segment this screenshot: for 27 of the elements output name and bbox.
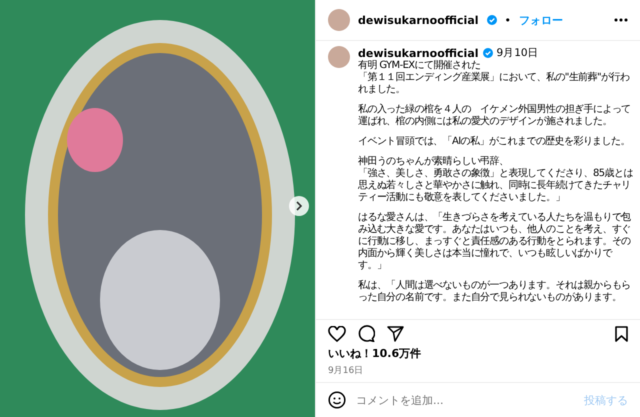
post-date: 9月16日 [327, 365, 364, 378]
comment-button[interactable] [358, 325, 375, 342]
smiley-icon[interactable] [328, 391, 346, 409]
speech-bubble-icon [358, 325, 375, 342]
bookmark-icon [615, 326, 628, 342]
comment-input[interactable]: コメントを追加... [356, 392, 574, 408]
caption-text: はるな愛さんは、「生きづらさを考えている人たちを温もりで包み込む大きな愛です。あなたはいつも、他人のことを考え、すぐに行動に移し、まっすぐと責任感のある行動をとられます。その内面から輝く美しさは本当に憧れで、いつも眩しいばかりです。」 [358, 212, 632, 272]
heart-icon [328, 326, 346, 342]
caption-text: 私は、「人間は選べないものが一つあります。それは親からもらった自分の名前です。また自分で見られないものがあります。 [358, 280, 632, 304]
chevron-right-icon [295, 201, 303, 211]
save-button[interactable] [615, 326, 628, 342]
share-button[interactable] [387, 326, 404, 342]
caption-text: 「第１１回エンディング産業展」において、私の"生前葬"が行われました。 [358, 72, 630, 96]
caption-text: 有明 GYM-EXにて開催された [358, 60, 482, 72]
like-count[interactable]: いいね！10.6万件 [316, 344, 640, 363]
separator-dot: • [504, 14, 512, 26]
username[interactable]: dewisukarnoofficial [358, 46, 479, 60]
username[interactable]: dewisukarnoofficial [358, 14, 479, 26]
more-options-button[interactable] [614, 18, 628, 22]
more-icon [614, 18, 628, 22]
like-button[interactable] [328, 326, 346, 342]
post-date: 9月10日 [496, 46, 539, 60]
caption-text: 神田うのちゃんが素晴らしい弔辞、 [358, 156, 510, 168]
paper-plane-icon [387, 326, 404, 342]
caption-text: 私の入った緑の棺を４人の イケメン外国男性の担ぎ手によって運ばれ、棺の内側には私の愛犬のデザインが施されました。 [358, 104, 632, 128]
caption-text: 「強さ、美しさ、勇敢さの象徴」と表現してくださり、85歳とは思えぬ若々しさと華やかさに触れ、同時に長年続けてきたチャリティー活動にも敬意を表してくださいました。」 [358, 168, 634, 204]
caption-text: イベント冒頭では、「AIの私」がこれまでの歴史を彩りました。 [358, 136, 631, 148]
